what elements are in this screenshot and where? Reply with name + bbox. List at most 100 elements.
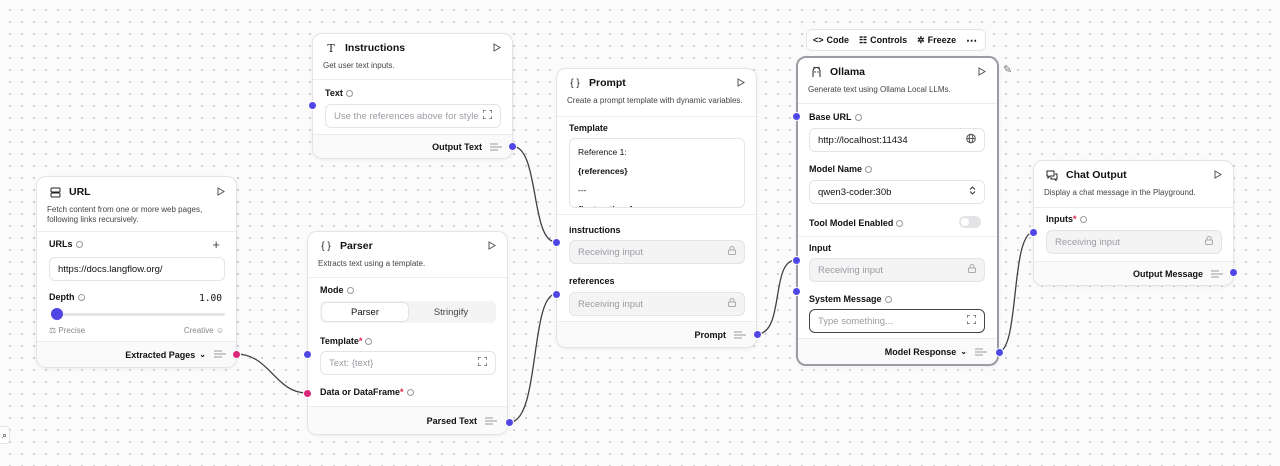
instructions-node[interactable]: T Instructions Get user text inputs. Tex… bbox=[312, 33, 513, 159]
parser-template-handle[interactable] bbox=[303, 350, 312, 359]
info-icon bbox=[365, 338, 373, 346]
sliders-icon: ☷ bbox=[859, 34, 868, 45]
instructions-input-handle[interactable] bbox=[308, 101, 317, 110]
chat-output-node[interactable]: Chat Output Display a chat message in th… bbox=[1033, 160, 1234, 286]
info-icon bbox=[884, 296, 892, 304]
output-extracted-pages[interactable]: Extracted Pages bbox=[125, 350, 195, 360]
system-message-input[interactable]: Type something... bbox=[809, 309, 985, 333]
node-description: Generate text using Ollama Local LLMs. bbox=[808, 85, 951, 94]
chat-output-handle[interactable] bbox=[1229, 268, 1238, 277]
expand-icon[interactable] bbox=[966, 314, 977, 327]
ollama-output-handle[interactable] bbox=[995, 348, 1004, 357]
model-name-select[interactable]: qwen3-coder:30b bbox=[809, 180, 985, 204]
node-title: Chat Output bbox=[1066, 169, 1127, 181]
template-variable: {references} bbox=[578, 166, 628, 176]
urls-label: URLs bbox=[49, 239, 73, 249]
output-message[interactable]: Output Message bbox=[1133, 269, 1203, 279]
controls-button[interactable]: ☷ Controls bbox=[859, 35, 907, 46]
output-visibility-icon[interactable] bbox=[214, 350, 226, 360]
output-visibility-icon[interactable] bbox=[1211, 270, 1223, 280]
ollama-base-url-handle[interactable] bbox=[792, 112, 801, 121]
freeze-button[interactable]: ✲ Freeze bbox=[917, 35, 956, 46]
play-icon[interactable] bbox=[487, 240, 497, 250]
depth-slider-track[interactable] bbox=[51, 313, 225, 316]
output-visibility-icon[interactable] bbox=[734, 331, 746, 341]
parser-node[interactable]: { } Parser Extracts text using a templat… bbox=[307, 231, 508, 435]
instructions-label: instructions bbox=[569, 225, 621, 235]
output-visibility-icon[interactable] bbox=[490, 143, 502, 153]
parser-data-input-handle[interactable] bbox=[303, 389, 312, 398]
node-toolbar: <> Code ☷ Controls ✲ Freeze ⋯ bbox=[806, 29, 986, 51]
template-editor[interactable]: Reference 1: {references} --- {instructi… bbox=[569, 138, 745, 208]
prompt-output-handle[interactable] bbox=[753, 330, 762, 339]
prompt-references-handle[interactable] bbox=[552, 290, 561, 299]
prompt-instructions-handle[interactable] bbox=[552, 238, 561, 247]
more-options-button[interactable]: ⋯ bbox=[966, 34, 977, 47]
node-description: Get user text inputs. bbox=[323, 61, 395, 70]
tool-model-toggle[interactable] bbox=[959, 216, 981, 228]
node-footer: Output Message bbox=[1034, 261, 1233, 285]
zoom-search-icon[interactable]: ⌕ bbox=[0, 426, 10, 444]
server-icon bbox=[47, 184, 63, 200]
ollama-system-handle[interactable] bbox=[792, 287, 801, 296]
chat-bubbles-icon bbox=[1044, 167, 1060, 183]
edge-url-to-parser bbox=[235, 353, 308, 394]
expand-icon[interactable] bbox=[477, 356, 488, 369]
url-input[interactable]: https://docs.langflow.org/ bbox=[49, 257, 225, 281]
output-prompt[interactable]: Prompt bbox=[695, 330, 727, 340]
template-line: Reference 1: bbox=[578, 147, 627, 157]
node-footer: Model Response ⌄ bbox=[798, 338, 997, 364]
node-title: Parser bbox=[340, 240, 373, 252]
play-icon[interactable] bbox=[216, 186, 226, 196]
url-node[interactable]: URL Fetch content from one or more web p… bbox=[36, 176, 237, 368]
chat-input-handle[interactable] bbox=[1029, 228, 1038, 237]
play-icon[interactable] bbox=[492, 42, 502, 52]
info-icon bbox=[75, 241, 83, 249]
depth-slider-knob[interactable] bbox=[51, 308, 63, 320]
template-input[interactable]: Text: {text} bbox=[320, 351, 496, 375]
braces-icon: { } bbox=[321, 240, 331, 252]
play-icon[interactable] bbox=[736, 77, 746, 87]
prompt-node[interactable]: { } Prompt Create a prompt template with… bbox=[556, 68, 757, 348]
instructions-input: Receiving input bbox=[569, 240, 745, 264]
play-icon[interactable] bbox=[1213, 169, 1223, 179]
parser-output-handle[interactable] bbox=[505, 418, 514, 427]
add-url-button[interactable]: + bbox=[212, 237, 220, 252]
text-input[interactable]: Use the references above for style bbox=[325, 104, 501, 128]
code-button[interactable]: <> Code bbox=[813, 35, 849, 45]
globe-icon[interactable] bbox=[966, 133, 976, 147]
output-text[interactable]: Output Text bbox=[432, 142, 482, 152]
info-icon bbox=[346, 287, 354, 295]
code-icon: <> bbox=[813, 35, 824, 45]
references-input: Receiving input bbox=[569, 292, 745, 316]
expand-icon[interactable] bbox=[482, 109, 493, 122]
info-icon bbox=[406, 389, 414, 397]
lock-icon bbox=[968, 264, 976, 276]
info-icon bbox=[1079, 216, 1087, 224]
play-icon[interactable] bbox=[977, 66, 987, 76]
model-name-label: Model Name bbox=[809, 164, 863, 174]
chevron-down-icon[interactable]: ⌄ bbox=[199, 350, 206, 359]
info-icon bbox=[345, 90, 353, 98]
output-visibility-icon[interactable] bbox=[975, 348, 987, 358]
base-url-input[interactable]: http://localhost:11434 bbox=[809, 128, 985, 152]
info-icon bbox=[896, 220, 904, 228]
depth-label: Depth bbox=[49, 292, 75, 302]
data-or-dataframe-label: Data or DataFrame bbox=[320, 387, 401, 397]
snowflake-icon: ✲ bbox=[917, 34, 925, 45]
tool-model-label: Tool Model Enabled bbox=[809, 218, 894, 228]
edit-pencil-icon[interactable]: ✎ bbox=[1003, 63, 1012, 76]
ollama-input-handle[interactable] bbox=[792, 256, 801, 265]
node-description: Fetch content from one or more web pages… bbox=[47, 205, 203, 224]
output-model-response[interactable]: Model Response bbox=[885, 347, 957, 357]
mode-parser-option[interactable]: Parser bbox=[322, 303, 408, 321]
instructions-output-handle[interactable] bbox=[508, 142, 517, 151]
mode-stringify-option[interactable]: Stringify bbox=[408, 303, 494, 321]
chevron-down-icon[interactable]: ⌄ bbox=[960, 347, 967, 356]
lock-icon bbox=[728, 298, 736, 310]
output-visibility-icon[interactable] bbox=[485, 417, 497, 427]
url-output-handle[interactable] bbox=[232, 350, 241, 359]
output-parsed-text[interactable]: Parsed Text bbox=[427, 416, 477, 426]
ollama-node[interactable]: Ollama Generate text using Ollama Local … bbox=[796, 56, 999, 366]
node-title: Instructions bbox=[345, 42, 406, 54]
